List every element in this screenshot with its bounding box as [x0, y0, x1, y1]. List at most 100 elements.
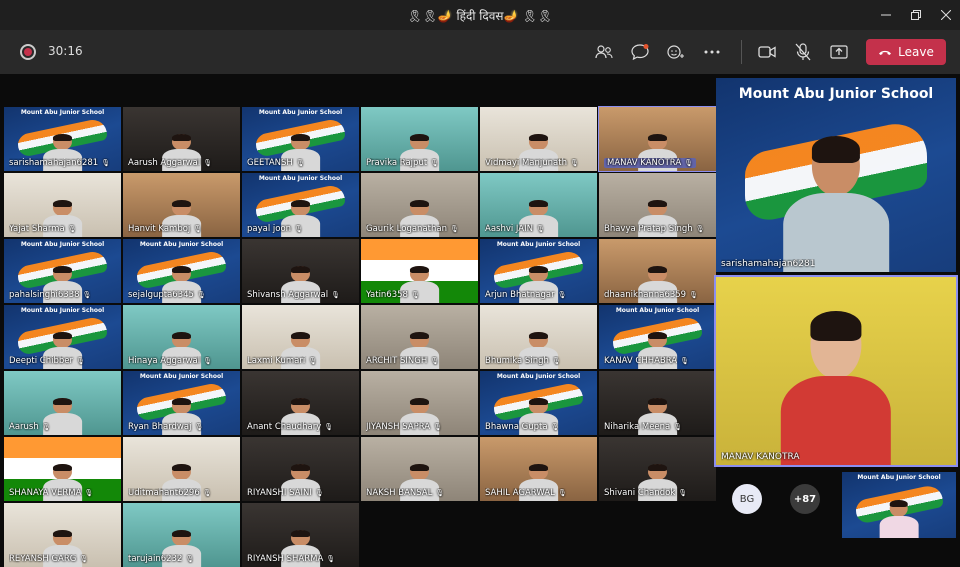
more-participants-button[interactable]: +87: [790, 484, 820, 514]
mic-icon: 🎙: [79, 555, 89, 563]
school-label: Mount Abu Junior School: [20, 109, 105, 116]
participant-tile[interactable]: REYANSH GARG 🎙: [4, 503, 121, 567]
restore-icon[interactable]: [900, 0, 932, 30]
participant-name: Aarush 🎙: [9, 422, 51, 432]
participant-tile[interactable]: Laxmi Kumari 🎙: [242, 305, 359, 369]
participant-name: Aarush Aggarwal 🎙: [128, 158, 212, 168]
participant-tile[interactable]: Hanvit Kamboj 🎙: [123, 173, 240, 237]
participant-tile[interactable]: Gaurik Loganathan 🎙: [361, 173, 478, 237]
participant-name-text: SAHIL AGARWAL: [485, 488, 555, 498]
school-label: Mount Abu Junior School: [738, 86, 934, 102]
participant-tile[interactable]: Bhumika Singh 🎙: [480, 305, 597, 369]
mic-icon: 🎙: [673, 423, 683, 431]
participant-tile[interactable]: Mount Abu Junior School pahalsinghi6338 🎙: [4, 239, 121, 303]
leave-label: Leave: [898, 45, 934, 59]
meeting-title: 🎗🎗🪔 हिंदी दिवस🪔 🎗🎗: [407, 8, 553, 23]
participant-tile[interactable]: Aashvi JAIN 🎙: [480, 173, 597, 237]
participant-tile[interactable]: Mount Abu Junior School KANAV CHHABRA 🎙: [599, 305, 716, 369]
mic-icon: 🎙: [326, 555, 336, 563]
participant-tile[interactable]: Aarush Aggarwal 🎙: [123, 107, 240, 171]
close-icon[interactable]: [930, 0, 960, 30]
participant-tile[interactable]: Mount Abu Junior School Ryan Bhardwaj 🎙: [123, 371, 240, 435]
mic-icon: 🎙: [294, 225, 303, 233]
participant-name-text: Ryan Bhardwaj: [128, 422, 192, 432]
mic-icon: 🎙: [324, 423, 334, 431]
participant-name-text: Hanvit Kamboj: [128, 224, 191, 234]
participant-tile[interactable]: Niharika Meena 🎙: [599, 371, 716, 435]
participant-tile[interactable]: SHANAYA VERMA 🎙: [4, 437, 121, 501]
participant-name: sarishamahajan6281 🎙: [9, 158, 110, 168]
more-icon[interactable]: [699, 40, 725, 64]
mic-icon: 🎙: [680, 357, 690, 365]
participant-name: MANAV KANOTRA: [721, 452, 800, 462]
camera-icon[interactable]: [754, 40, 780, 64]
participant-name: Yatin6358 🎙: [366, 290, 420, 300]
participant-tile[interactable]: RIYANSHI SAINI 🎙: [242, 437, 359, 501]
participant-tile[interactable]: Mount Abu Junior School Deepti Chibber 🎙: [4, 305, 121, 369]
participant-name-text: Shivani Chandok: [604, 488, 676, 498]
participant-tile[interactable]: Bhavya Pratap Singh 🎙: [599, 173, 716, 237]
participant-name: payal joon 🎙: [247, 224, 303, 234]
participant-tile[interactable]: Anant Chaudhary 🎙: [242, 371, 359, 435]
participant-name-text: GEETANSH: [247, 158, 293, 168]
participants-icon[interactable]: [591, 40, 617, 64]
mic-icon: 🎙: [557, 291, 567, 299]
participant-name: SHANAYA VERMA 🎙: [9, 488, 93, 498]
participant-tile[interactable]: Shivansh Aggarwal 🎙: [242, 239, 359, 303]
mic-icon: 🎙: [684, 159, 694, 167]
school-label: Mount Abu Junior School: [496, 241, 581, 248]
leave-button[interactable]: Leave: [866, 39, 946, 65]
participant-tile[interactable]: Mount Abu Junior School GEETANSH 🎙: [242, 107, 359, 171]
mic-off-icon[interactable]: [790, 40, 816, 64]
participant-name-text: Anant Chaudhary: [247, 422, 322, 432]
participant-tile[interactable]: Mount Abu Junior School Arjun Bhatnagar 🎙: [480, 239, 597, 303]
reactions-icon[interactable]: [663, 40, 689, 64]
meeting-timer: 30:16: [48, 44, 83, 58]
participant-tile[interactable]: dhaanikhanna6359 🎙: [599, 239, 716, 303]
participant-name: Pravika Rajput 🎙: [366, 158, 439, 168]
participant-tile[interactable]: tarujain6232 🎙: [123, 503, 240, 567]
mic-icon: 🎙: [203, 159, 213, 167]
school-label: Mount Abu Junior School: [139, 373, 224, 380]
participant-tile[interactable]: Mount Abu Junior School sarishamahajan628…: [4, 107, 121, 171]
participant-tile[interactable]: JIYANSH SAPRA 🎙: [361, 371, 478, 435]
participant-tile[interactable]: Hinaya Aggarwal 🎙: [123, 305, 240, 369]
participant-tile[interactable]: MANAV KANOTRA 🎙: [598, 106, 717, 172]
participant-name: Deepti Chibber 🎙: [9, 356, 85, 366]
participant-tile[interactable]: Pravika Rajput 🎙: [361, 107, 478, 171]
participant-tile[interactable]: Mount Abu Junior School sejalgupta6345 🎙: [123, 239, 240, 303]
participant-name: pahalsinghi6338 🎙: [9, 290, 91, 300]
participant-tile[interactable]: NAKSH BANSAL 🎙: [361, 437, 478, 501]
participant-name: Arjun Bhatnagar 🎙: [485, 290, 567, 300]
participant-tile[interactable]: ARCHIT SINGH 🎙: [361, 305, 478, 369]
participant-tile[interactable]: Vidmayi Manjunath 🎙: [480, 107, 597, 171]
avatar[interactable]: BG: [732, 484, 762, 514]
mic-icon: 🎙: [678, 489, 688, 497]
participant-tile[interactable]: RIYANSH SHARMA 🎙: [242, 503, 359, 567]
mic-icon: 🎙: [185, 555, 195, 563]
participant-name: SAHIL AGARWAL 🎙: [485, 488, 567, 498]
share-icon[interactable]: [826, 40, 852, 64]
mic-icon: 🎙: [101, 159, 111, 167]
participant-tile[interactable]: Mount Abu Junior School Bhawna Gupta 🎙: [480, 371, 597, 435]
participant-tile[interactable]: Yajat Sharma 🎙: [4, 173, 121, 237]
participant-name-text: Gaurik Loganathan: [366, 224, 447, 234]
chat-icon[interactable]: [627, 40, 653, 64]
participant-name-text: Uditmahant6296: [128, 488, 200, 498]
avatar-initials: BG: [739, 493, 755, 505]
mic-icon: 🎙: [41, 423, 51, 431]
mic-icon: 🎙: [331, 291, 341, 299]
participant-tile[interactable]: Uditmahant6296 🎙: [123, 437, 240, 501]
spotlight-tile-2[interactable]: MANAV KANOTRA: [714, 275, 958, 467]
participant-tile[interactable]: SAHIL AGARWAL 🎙: [480, 437, 597, 501]
mic-icon: 🎙: [84, 489, 94, 497]
participant-tile[interactable]: Mount Abu Junior School payal joon 🎙: [242, 173, 359, 237]
minimize-icon[interactable]: [870, 0, 902, 30]
spotlight-column: Mount Abu Junior School sarishamahajan62…: [714, 74, 960, 540]
participant-name: Bhavya Pratap Singh 🎙: [604, 224, 705, 234]
participant-tile[interactable]: Yatin6358 🎙: [361, 239, 478, 303]
self-preview-tile[interactable]: Mount Abu Junior School: [842, 472, 956, 538]
participant-tile[interactable]: Aarush 🎙: [4, 371, 121, 435]
participant-tile[interactable]: Shivani Chandok 🎙: [599, 437, 716, 501]
spotlight-tile-1[interactable]: Mount Abu Junior School sarishamahajan62…: [716, 78, 956, 272]
